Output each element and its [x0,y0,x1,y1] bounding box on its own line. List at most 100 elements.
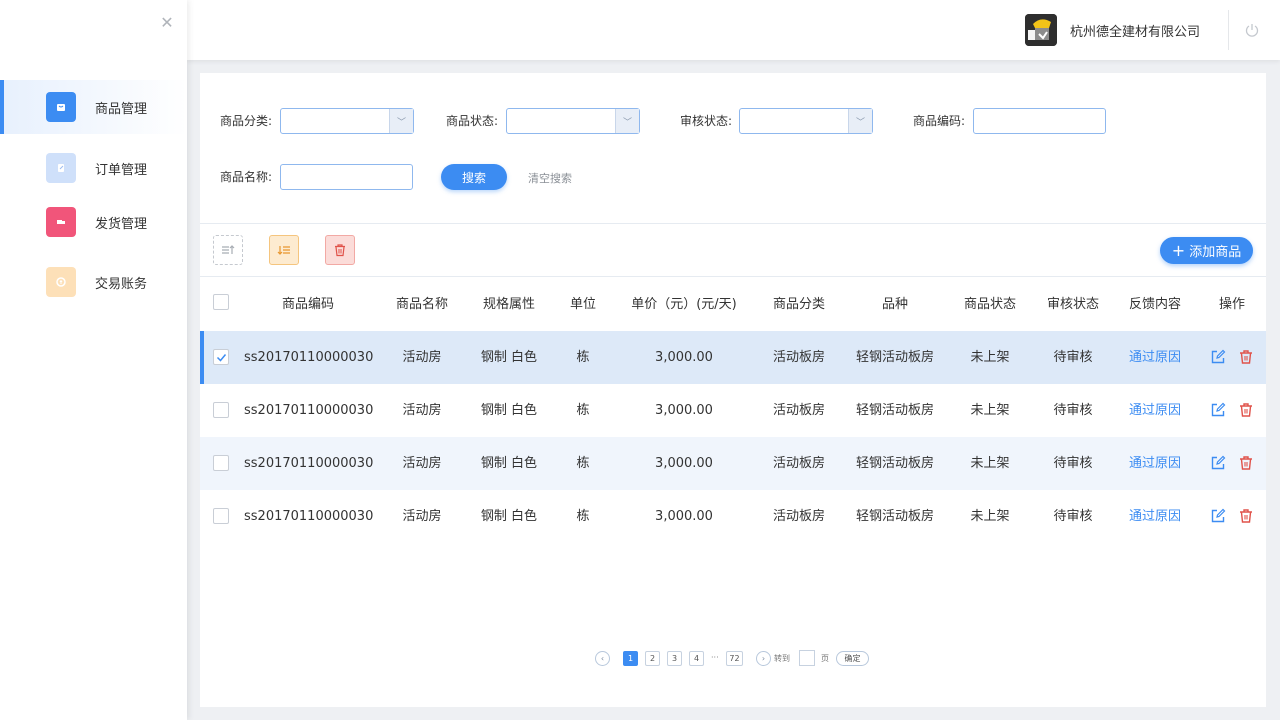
feedback-link[interactable]: 通过原因 [1115,490,1195,543]
product-code: ss20170110000030 [244,350,374,365]
edit-icon[interactable] [1210,508,1226,524]
sidebar-item-orders[interactable]: 订单管理 [0,141,187,195]
category-select[interactable]: ﹀ [280,108,414,134]
product-spec: 钢制 白色 [480,509,538,524]
code-input[interactable] [973,108,1106,134]
sidebar-item-finance[interactable]: 交易账务 [0,255,187,309]
row-checkbox[interactable] [213,508,229,524]
column-header: 反馈内容 [1128,297,1181,312]
column-header: 品种 [881,297,908,312]
page-button[interactable]: 72 [726,651,743,666]
sidebar-item-shipping[interactable]: 发货管理 [0,195,187,249]
column-header: 单位 [569,297,596,312]
product-unit: 栋 [576,509,590,524]
sort-down-icon [277,246,290,255]
feedback-link[interactable]: 通过原因 [1115,384,1195,437]
trash-icon[interactable] [1238,349,1254,365]
product-name: 活动房 [402,350,442,365]
product-category: 活动板房 [772,456,825,471]
product-spec: 钢制 白色 [480,350,538,365]
product-code: ss20170110000030 [244,403,374,418]
row-checkbox[interactable] [213,455,229,471]
trash-icon[interactable] [1238,455,1254,471]
sidebar-item-label: 订单管理 [95,162,148,178]
chevron-down-icon: ﹀ [615,109,639,133]
sidebar-item-label: 发货管理 [95,216,148,232]
audit-status: 待审核 [1053,509,1093,524]
page-button[interactable]: 1 [623,651,638,666]
header-divider [1228,10,1229,50]
column-header: 操作 [1218,297,1245,312]
product-name: 活动房 [402,456,442,471]
column-header: 商品名称 [395,297,448,312]
page-ellipsis: ··· [711,653,719,662]
row-checkbox[interactable] [213,402,229,418]
move-down-button[interactable] [269,235,299,265]
page-button[interactable]: 2 [645,651,660,666]
product-category: 活动板房 [772,509,825,524]
product-status: 未上架 [970,456,1010,471]
column-header: 单价（元）(元/天) [631,297,737,312]
order-icon [46,153,76,183]
product-unit: 栋 [576,403,590,418]
page-button[interactable]: 4 [689,651,704,666]
clear-search-link[interactable]: 清空搜索 [528,170,572,186]
product-code: ss20170110000030 [244,509,374,524]
row-checkbox[interactable] [213,349,229,365]
edit-icon[interactable] [1210,349,1226,365]
table-row[interactable]: ss20170110000030 活动房 钢制 白色 栋 3,000.00 活动… [200,384,1266,437]
sidebar: ✕ 商品管理 订单管理 发货管理 交易账务 [0,0,187,720]
product-status: 未上架 [970,509,1010,524]
audit-label: 审核状态: [680,114,733,128]
column-header: 商品分类 [772,297,825,312]
name-label: 商品名称: [220,170,273,184]
product-name: 活动房 [402,509,442,524]
product-variety: 轻钢活动板房 [855,403,934,418]
audit-select[interactable]: ﹀ [739,108,873,134]
truck-icon [46,207,76,237]
sidebar-item-label: 交易账务 [95,276,148,292]
goto-label: 转到 [774,654,790,663]
product-price: 3,000.00 [655,456,713,471]
power-icon[interactable] [1244,22,1260,38]
product-name: 活动房 [402,403,442,418]
prev-page-icon[interactable]: ‹ [595,651,610,666]
page-button[interactable]: 3 [667,651,682,666]
divider [200,276,1266,277]
add-product-label: 添加商品 [1189,245,1242,260]
main-panel: 商品分类: ﹀ 商品状态: ﹀ 审核状态: ﹀ 商品编码: 商品名称: 搜索 清… [200,73,1266,707]
status-select[interactable]: ﹀ [506,108,640,134]
bulk-delete-button[interactable] [325,235,355,265]
goto-confirm-button[interactable]: 确定 [836,651,869,666]
goto-page-input[interactable] [799,650,815,666]
edit-icon[interactable] [1210,402,1226,418]
chevron-down-icon: ﹀ [389,109,413,133]
trash-icon[interactable] [1238,508,1254,524]
avatar[interactable] [1025,14,1057,46]
sidebar-item-products[interactable]: 商品管理 [0,80,187,134]
check-icon [216,353,226,362]
feedback-link[interactable]: 通过原因 [1115,331,1195,384]
column-header: 商品状态 [963,297,1016,312]
table-row[interactable]: ss20170110000030 活动房 钢制 白色 栋 3,000.00 活动… [200,437,1266,490]
name-input[interactable] [280,164,413,190]
select-all-checkbox[interactable] [213,294,229,310]
feedback-link[interactable]: 通过原因 [1115,437,1195,490]
sidebar-item-label: 商品管理 [95,101,148,117]
search-button[interactable]: 搜索 [441,164,507,190]
product-price: 3,000.00 [655,509,713,524]
edit-icon[interactable] [1210,455,1226,471]
move-up-button[interactable] [213,235,243,265]
next-page-icon[interactable]: › [756,651,771,666]
audit-status: 待审核 [1053,403,1093,418]
product-variety: 轻钢活动板房 [855,350,934,365]
close-icon[interactable]: ✕ [158,14,176,32]
add-product-button[interactable]: + 添加商品 [1160,237,1253,264]
trash-icon[interactable] [1238,402,1254,418]
column-header: 规格属性 [482,297,535,312]
column-header: 审核状态 [1046,297,1099,312]
table-row[interactable]: ss20170110000030 活动房 钢制 白色 栋 3,000.00 活动… [200,490,1266,543]
table-row[interactable]: ss20170110000030 活动房 钢制 白色 栋 3,000.00 活动… [200,331,1266,384]
product-code: ss20170110000030 [244,456,374,471]
company-name: 杭州德全建材有限公司 [1070,25,1201,40]
